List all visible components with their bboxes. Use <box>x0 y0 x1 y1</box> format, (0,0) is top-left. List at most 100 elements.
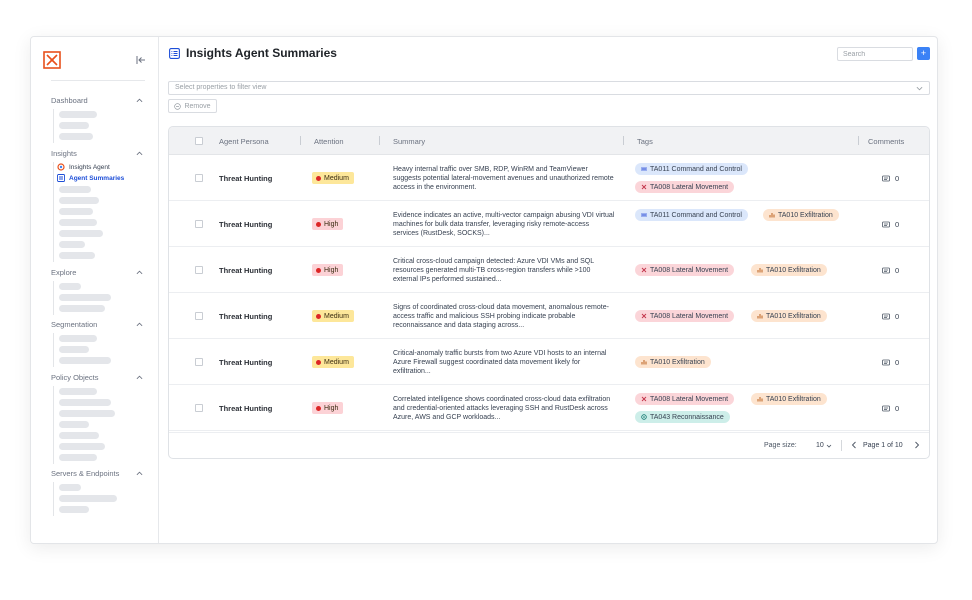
sidebar-item-label: Agent Summaries <box>69 174 125 182</box>
tag-label: TA008 Lateral Movement <box>650 395 729 403</box>
tag-label: TA010 Exfiltration <box>766 312 821 320</box>
alert-dot-icon <box>316 175 321 181</box>
comments-count[interactable]: 0 <box>882 312 899 321</box>
nav-placeholder <box>59 133 93 140</box>
exfiltration-icon <box>757 397 763 402</box>
nav-placeholder <box>59 388 97 395</box>
chevron-left-icon[interactable] <box>850 441 858 449</box>
column-header-summary[interactable]: Summary <box>393 137 425 146</box>
tag-chip[interactable]: TA010 Exfiltration <box>763 209 839 221</box>
table-row[interactable]: Threat Hunting High Critical cross-cloud… <box>169 247 929 293</box>
sidebar-section-insights[interactable]: Insights <box>51 149 143 161</box>
tag-chip[interactable]: TA010 Exfiltration <box>635 356 711 368</box>
column-header-comments[interactable]: Comments <box>868 137 904 146</box>
tag-chip[interactable]: TA010 Exfiltration <box>751 310 827 322</box>
column-divider[interactable] <box>623 136 624 145</box>
tag-chip[interactable]: TA008 Lateral Movement <box>635 310 735 322</box>
collapse-sidebar-icon[interactable] <box>135 54 147 66</box>
nav-placeholder <box>59 111 97 118</box>
table-row[interactable]: Threat Hunting Medium Critical-anomaly t… <box>169 339 929 385</box>
attention-label: Medium <box>324 312 349 320</box>
exfiltration-icon <box>769 213 775 218</box>
logo-icon[interactable] <box>43 51 61 69</box>
agent-persona: Threat Hunting <box>219 174 273 183</box>
comments-count[interactable]: 0 <box>882 174 899 183</box>
row-checkbox[interactable] <box>195 312 203 320</box>
chevron-right-icon[interactable] <box>913 441 921 449</box>
list-icon <box>169 47 180 59</box>
tag-chip[interactable]: TA008 Lateral Movement <box>635 393 735 405</box>
section-label: Insights <box>51 149 77 158</box>
sidebar-section-segmentation[interactable]: Segmentation <box>51 320 143 332</box>
alert-dot-icon <box>316 405 321 411</box>
lateral-movement-icon <box>641 267 647 273</box>
row-checkbox[interactable] <box>195 358 203 366</box>
table-row[interactable]: Threat Hunting Medium Signs of coordinat… <box>169 293 929 339</box>
remove-label: Remove <box>184 102 211 110</box>
sidebar-section-explore[interactable]: Explore <box>51 268 143 280</box>
table-row[interactable]: Threat Hunting High Evidence indicates a… <box>169 201 929 247</box>
tag-chip[interactable]: TA008 Lateral Movement <box>635 264 735 276</box>
page-indicator: Page 1 of 10 <box>863 442 903 449</box>
comments-value: 0 <box>895 174 900 183</box>
column-header-tags[interactable]: Tags <box>637 137 653 146</box>
tag-chip[interactable]: TA010 Exfiltration <box>751 393 827 405</box>
remove-button[interactable]: Remove <box>168 99 217 113</box>
column-divider[interactable] <box>300 136 301 145</box>
comment-icon <box>882 267 890 273</box>
row-checkbox[interactable] <box>195 266 203 274</box>
attention-badge: High <box>312 218 344 230</box>
filter-placeholder: Select properties to filter view <box>175 84 267 91</box>
comments-count[interactable]: 0 <box>882 404 899 413</box>
comments-count[interactable]: 0 <box>882 220 899 229</box>
row-checkbox[interactable] <box>195 404 203 412</box>
tag-chip[interactable]: TA008 Lateral Movement <box>635 181 735 193</box>
sidebar-section-policy-objects[interactable]: Policy Objects <box>51 373 143 385</box>
section-label: Segmentation <box>51 320 98 329</box>
comments-count[interactable]: 0 <box>882 358 899 367</box>
search-input[interactable] <box>837 47 913 61</box>
sidebar-section-servers-endpoints[interactable]: Servers & Endpoints <box>51 469 143 481</box>
comment-icon <box>882 359 890 365</box>
section-label: Policy Objects <box>51 373 99 382</box>
attention-badge: Medium <box>312 172 354 184</box>
sidebar-item-agent-summaries[interactable]: Agent Summaries <box>57 173 124 183</box>
add-button[interactable]: + <box>917 47 930 60</box>
filter-select[interactable]: Select properties to filter view <box>168 81 930 95</box>
column-divider[interactable] <box>379 136 380 145</box>
lateral-movement-icon <box>641 396 647 402</box>
tag-chip[interactable]: TA011 Command and Control <box>635 209 748 221</box>
column-divider[interactable] <box>858 136 859 145</box>
row-checkbox[interactable] <box>195 174 203 182</box>
tag-label: TA008 Lateral Movement <box>650 266 729 274</box>
comments-value: 0 <box>895 404 900 413</box>
column-header-attention[interactable]: Attention <box>314 137 344 146</box>
row-checkbox[interactable] <box>195 220 203 228</box>
chevron-up-icon <box>136 471 143 476</box>
tag-chip[interactable]: TA043 Reconnaissance <box>635 411 730 423</box>
attention-label: High <box>324 220 339 228</box>
comment-icon <box>882 221 890 227</box>
section-rail <box>53 109 54 143</box>
sidebar-section-dashboard[interactable]: Dashboard <box>51 96 143 108</box>
page-title: Insights Agent Summaries <box>186 46 337 60</box>
command-control-icon <box>641 167 647 171</box>
tag-label: TA010 Exfiltration <box>766 395 821 403</box>
nav-placeholder <box>59 230 103 237</box>
select-all-checkbox[interactable] <box>195 137 203 145</box>
comment-icon <box>882 405 890 411</box>
alert-dot-icon <box>316 313 321 319</box>
sidebar-item-insights-agent[interactable]: Insights Agent <box>57 162 110 172</box>
table-row[interactable]: Threat Hunting High Correlated intellige… <box>169 385 929 431</box>
page-size-select[interactable]: 10 <box>812 439 836 452</box>
nav-placeholder <box>59 305 105 312</box>
tag-chip[interactable]: TA011 Command and Control <box>635 163 748 175</box>
app-window: Dashboard Insights Insights Agent Agent … <box>30 36 938 544</box>
nav-placeholder <box>59 421 89 428</box>
column-header-agent-persona[interactable]: Agent Persona <box>219 137 269 146</box>
section-rail <box>53 482 54 516</box>
tag-chip[interactable]: TA010 Exfiltration <box>751 264 827 276</box>
alert-dot-icon <box>316 359 321 365</box>
comments-count[interactable]: 0 <box>882 266 899 275</box>
table-row[interactable]: Threat Hunting Medium Heavy internal tra… <box>169 155 929 201</box>
